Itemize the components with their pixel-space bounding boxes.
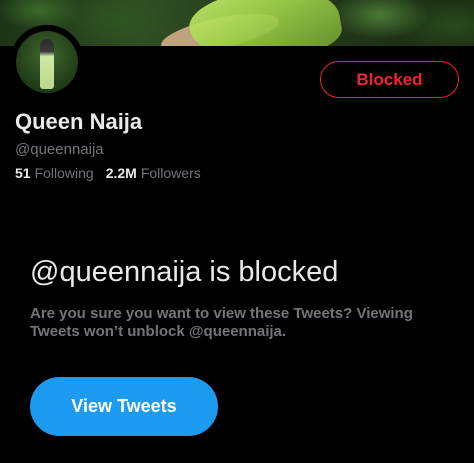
view-tweets-button[interactable]: View Tweets: [30, 377, 218, 436]
profile-handle: @queennaija: [15, 141, 104, 158]
banner-photo-figure: [185, 0, 345, 46]
followers-count: 2.2M: [105, 165, 137, 181]
following-link[interactable]: 51 Following: [15, 165, 94, 181]
profile-stats: 51 Following 2.2M Followers: [15, 165, 201, 181]
followers-label: Followers: [140, 165, 201, 181]
avatar-photo: [16, 31, 78, 93]
blocked-description: Are you sure you want to view these Twee…: [30, 305, 413, 340]
avatar-figure: [40, 39, 54, 89]
following-count: 51: [15, 165, 31, 181]
blocked-title: @queennaija is blocked: [30, 256, 339, 288]
blocked-button[interactable]: Blocked: [320, 61, 459, 98]
profile-display-name: Queen Naija: [15, 109, 143, 134]
avatar[interactable]: [10, 25, 84, 99]
followers-link[interactable]: 2.2M Followers: [106, 165, 201, 181]
following-label: Following: [34, 165, 94, 181]
